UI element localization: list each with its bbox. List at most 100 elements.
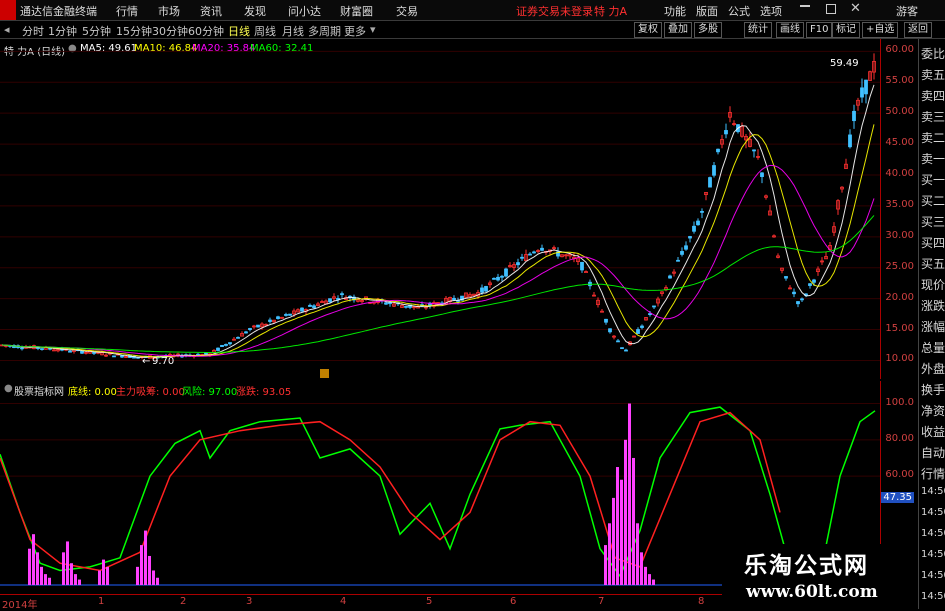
user-label[interactable]: 游客 <box>896 3 918 19</box>
accum-bar <box>32 534 35 585</box>
accum-bar <box>652 579 655 585</box>
period-more[interactable]: 更多 <box>344 23 366 39</box>
accum-bar <box>624 439 627 585</box>
side-panel-item[interactable]: 卖三 <box>921 108 945 125</box>
candle-body <box>68 350 72 353</box>
minimize-icon[interactable] <box>800 5 810 7</box>
osc-tick: 80.00 <box>885 432 914 444</box>
accum-bar <box>612 497 615 585</box>
side-panel-item[interactable]: 自动 <box>921 444 945 461</box>
tool-adjust[interactable]: 复权 <box>634 22 662 38</box>
side-panel-item[interactable]: 买一 <box>921 171 945 188</box>
side-panel-item[interactable]: 卖五 <box>921 66 945 83</box>
menu-item-discover[interactable]: 发现 <box>244 3 266 19</box>
chevron-down-icon[interactable]: ▾ <box>370 23 376 36</box>
arrow-icon[interactable]: ◂ <box>4 23 10 36</box>
side-panel-item[interactable]: 买四 <box>921 234 945 251</box>
candle-body <box>752 149 756 152</box>
side-panel-item[interactable]: 14:50 <box>921 570 945 581</box>
tool-f10[interactable]: F10 <box>806 22 833 38</box>
menu-item-quotes[interactable]: 行情 <box>116 3 138 19</box>
side-panel-item[interactable]: 委比 <box>921 45 945 62</box>
candle-body <box>848 134 852 148</box>
side-panel-item[interactable]: 总量 <box>921 339 945 356</box>
tool-multistock[interactable]: 多股 <box>694 22 722 38</box>
period-weekly[interactable]: 周线 <box>254 23 276 39</box>
candle-body <box>812 279 816 283</box>
side-panel-item[interactable]: 14:50 <box>921 591 945 602</box>
ma20-line <box>1 164 875 357</box>
event-marker-icon <box>320 369 329 378</box>
tool-overlay[interactable]: 叠加 <box>664 22 692 38</box>
menu-item-formula[interactable]: 公式 <box>728 3 750 19</box>
kline-chart[interactable] <box>0 39 880 379</box>
side-panel-item[interactable]: 涨幅 <box>921 318 945 335</box>
side-panel-item[interactable]: 涨跌 <box>921 297 945 314</box>
period-60min[interactable]: 60分钟 <box>188 23 224 39</box>
candle-body <box>224 344 228 346</box>
period-15min[interactable]: 15分钟 <box>116 23 152 39</box>
osc-tick: 60.00 <box>885 469 914 481</box>
candle-body <box>624 349 628 352</box>
side-panel-item[interactable]: 卖四 <box>921 87 945 104</box>
watermark-title: 乐淘公式网 <box>744 553 869 579</box>
side-panel-item[interactable]: 换手 <box>921 381 945 398</box>
candle-body <box>492 277 496 280</box>
candle-body <box>484 286 488 292</box>
accum-bar <box>608 523 611 585</box>
accum-bar <box>636 523 639 585</box>
tool-draw[interactable]: 画线 <box>776 22 804 38</box>
candle-body <box>864 79 868 95</box>
menu-item-news[interactable]: 资讯 <box>200 3 222 19</box>
period-1min[interactable]: 1分钟 <box>48 23 77 39</box>
menu-item-options[interactable]: 选项 <box>760 3 782 19</box>
menu-item-market[interactable]: 市场 <box>158 3 180 19</box>
side-panel-item[interactable]: 现价 <box>921 276 945 293</box>
period-multi[interactable]: 多周期 <box>308 23 341 39</box>
menu-item-layout[interactable]: 版面 <box>696 3 718 19</box>
period-daily[interactable]: 日线 <box>228 23 250 39</box>
side-panel-item[interactable]: 14:50 <box>921 549 945 560</box>
tool-stats[interactable]: 统计 <box>744 22 772 38</box>
candle-body <box>784 276 788 279</box>
candle-body <box>712 165 716 176</box>
side-panel-item[interactable]: 14:50 <box>921 528 945 539</box>
side-panel-item[interactable]: 卖一 <box>921 150 945 167</box>
date-label: 3 <box>246 596 253 607</box>
period-5min[interactable]: 5分钟 <box>82 23 111 39</box>
period-monthly[interactable]: 月线 <box>282 23 304 39</box>
price-tick: 10.00 <box>885 353 914 365</box>
side-panel-item[interactable]: 收益 <box>921 423 945 440</box>
date-label: 1 <box>98 596 105 607</box>
tool-favorite[interactable]: +自选 <box>862 22 899 38</box>
candle-body <box>648 313 652 315</box>
tool-back[interactable]: 返回 <box>904 22 932 38</box>
menu-item-wealth[interactable]: 财富圈 <box>340 3 373 19</box>
tool-mark[interactable]: 标记 <box>832 22 860 38</box>
change-line <box>0 411 781 572</box>
period-intraday[interactable]: 分时 <box>22 23 44 39</box>
side-panel-item[interactable]: 卖二 <box>921 129 945 146</box>
menu-item-ask[interactable]: 问小达 <box>288 3 321 19</box>
side-panel-item[interactable]: 14:50 <box>921 507 945 518</box>
period-toolbar: ◂ 分时 1分钟 5分钟 15分钟 30分钟 60分钟 日线 周线 月线 多周期… <box>0 21 945 39</box>
side-panel-item[interactable]: 行情 <box>921 465 945 482</box>
period-30min[interactable]: 30分钟 <box>152 23 188 39</box>
side-panel-item[interactable]: 净资 <box>921 402 945 419</box>
close-icon[interactable]: ✕ <box>850 1 861 16</box>
menu-item-trade[interactable]: 交易 <box>396 3 418 19</box>
candle-body <box>692 225 696 232</box>
maximize-icon[interactable] <box>826 4 836 14</box>
side-panel-item[interactable]: 外盘 <box>921 360 945 377</box>
price-tick: 15.00 <box>885 322 914 334</box>
side-panel-item[interactable]: 买三 <box>921 213 945 230</box>
login-status[interactable]: 证券交易未登录 <box>516 3 593 19</box>
side-panel-item[interactable]: 14:50 <box>921 486 945 497</box>
candle-body <box>696 220 700 226</box>
accum-bar <box>144 530 147 585</box>
side-panel-item[interactable]: 买五 <box>921 255 945 272</box>
side-panel-item[interactable]: 买二 <box>921 192 945 209</box>
menu-item-function[interactable]: 功能 <box>664 3 686 19</box>
price-tick: 20.00 <box>885 291 914 303</box>
accum-bar <box>148 555 151 585</box>
